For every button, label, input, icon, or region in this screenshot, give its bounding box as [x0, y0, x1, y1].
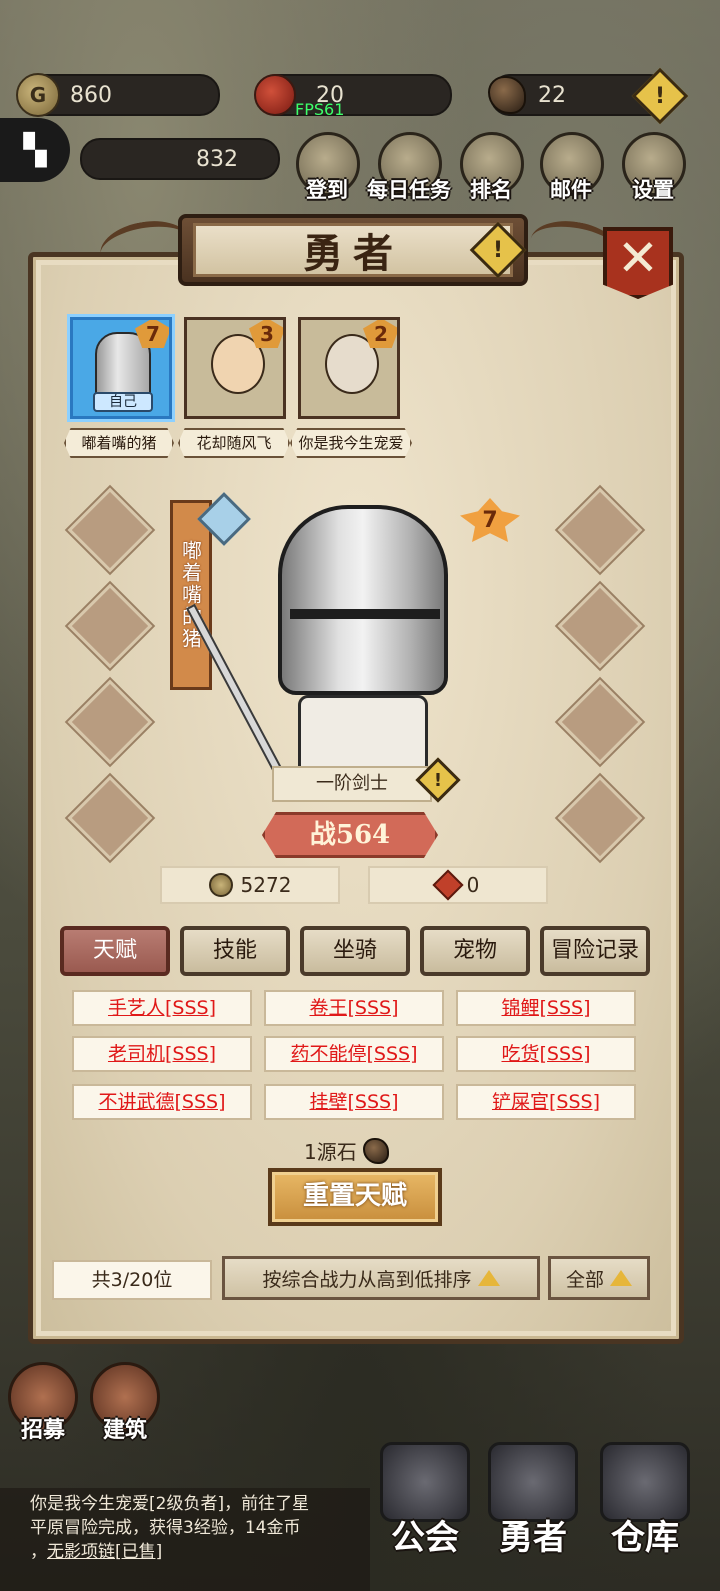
gold-resource-bar: G 860	[16, 73, 220, 117]
tab-talent[interactable]: 天赋	[60, 926, 170, 976]
secondary-value: 832	[196, 146, 238, 172]
log-line: ，无影项链[已售]	[30, 1542, 163, 1562]
log-line: 你是我今生宠爱[2级负者]，前往了星	[30, 1494, 310, 1514]
panel-title: 勇者	[193, 223, 513, 277]
log-item-link[interactable]: 无影项链[已售]	[47, 1542, 162, 1562]
talent-item[interactable]: 老司机[SSS]	[72, 1036, 252, 1072]
filter-button[interactable]: 全部	[548, 1256, 650, 1300]
secondary-value-bar: 832	[80, 138, 280, 180]
nav-guild[interactable]: 公会	[370, 1510, 480, 1559]
settings-label: 设置	[632, 178, 674, 202]
fps-counter: FPS61	[295, 100, 345, 119]
recruit-label: 招募	[20, 1418, 65, 1443]
talent-item[interactable]: 铲屎官[SSS]	[456, 1084, 636, 1120]
great-helm	[278, 505, 448, 695]
tab-skill[interactable]: 技能	[180, 926, 290, 976]
talent-item[interactable]: 不讲武德[SSS]	[72, 1084, 252, 1120]
daily-task-label: 每日任务	[367, 178, 451, 202]
event-log: 你是我今生宠爱[2级负者]，前往了星 平原冒险完成，获得3经验，14金币 ，无影…	[0, 1488, 370, 1591]
source-stone-icon	[488, 76, 526, 114]
hero-token-stat: 0	[368, 866, 548, 904]
hero-name-1: 嘟着嘴的猪	[64, 428, 174, 458]
hero-gold-stat: 5272	[160, 866, 340, 904]
hero-rank: 一阶剑士	[272, 766, 432, 802]
hero-name-2: 花却随风飞	[178, 428, 290, 458]
gold-coin-icon: G	[16, 73, 60, 117]
reset-cost: 1源石	[304, 1136, 389, 1165]
stone-value: 22	[538, 82, 566, 108]
hero-card-2[interactable]: 3	[184, 317, 286, 419]
talent-item[interactable]: 锦鲤[SSS]	[456, 990, 636, 1026]
arrow-up-icon	[477, 1270, 500, 1286]
talent-item[interactable]: 吃货[SSS]	[456, 1036, 636, 1072]
self-tag: 自己	[93, 392, 153, 412]
close-button[interactable]: ✕	[603, 227, 673, 299]
tab-pet[interactable]: 宠物	[420, 926, 530, 976]
gold-coin-icon	[208, 873, 233, 897]
ranking-label: 排名	[470, 178, 512, 202]
build-label: 建筑	[102, 1418, 147, 1443]
source-stone-icon	[362, 1137, 389, 1164]
talent-item[interactable]: 挂壁[SSS]	[264, 1084, 444, 1120]
talent-item[interactable]: 药不能停[SSS]	[264, 1036, 444, 1072]
reset-talent-button[interactable]: 重置天赋	[268, 1168, 442, 1226]
gem-resource-bar: 20	[254, 74, 452, 116]
talent-item[interactable]: 手艺人[SSS]	[72, 990, 252, 1026]
combat-power: 战564	[262, 812, 438, 858]
mail-label: 邮件	[550, 178, 592, 202]
arrow-up-icon	[610, 1270, 632, 1286]
checkin-label: 登到	[306, 178, 348, 202]
gold-value: 860	[70, 82, 112, 108]
hero-character-sprite	[185, 505, 460, 805]
hero-count: 共3/20位	[52, 1260, 212, 1300]
hero-card-3[interactable]: 2	[298, 317, 400, 419]
nav-hero[interactable]: 勇者	[478, 1510, 588, 1559]
sort-button[interactable]: 按综合战力从高到低排序	[222, 1256, 540, 1300]
token-icon	[432, 869, 464, 901]
hero-card-1[interactable]: 7 自己	[70, 317, 172, 419]
qr-scan-icon[interactable]: ▚	[0, 118, 70, 182]
nav-warehouse[interactable]: 仓库	[590, 1510, 700, 1559]
hero-name-3: 你是我今生宠爱	[290, 428, 412, 458]
tab-mount[interactable]: 坐骑	[300, 926, 410, 976]
talent-item[interactable]: 卷王[SSS]	[264, 990, 444, 1026]
gem-icon	[254, 74, 296, 116]
log-line: 平原冒险完成，获得3经验，14金币	[30, 1518, 301, 1538]
tab-adventure-log[interactable]: 冒险记录	[540, 926, 650, 976]
